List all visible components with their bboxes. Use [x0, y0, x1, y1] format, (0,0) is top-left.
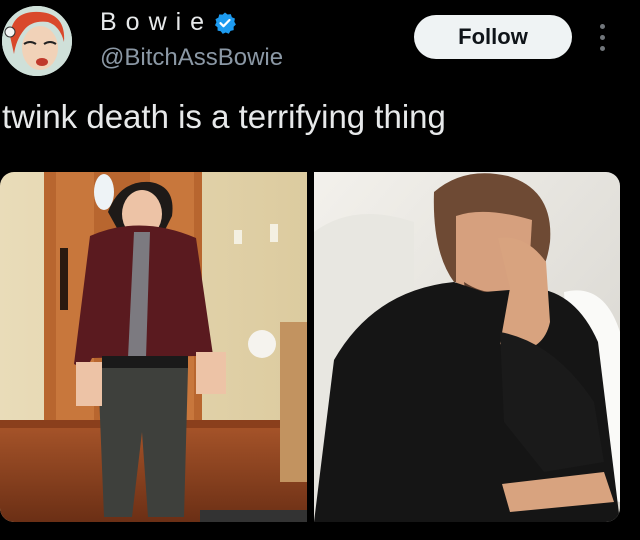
avatar[interactable]	[2, 6, 72, 76]
more-dot	[599, 45, 605, 51]
media-grid	[0, 172, 620, 522]
photo-right[interactable]	[314, 172, 620, 522]
avatar-image	[2, 6, 72, 76]
display-name-text[interactable]: Bowie	[100, 8, 213, 37]
display-name[interactable]: Bowie	[100, 8, 237, 37]
photo-right-image	[314, 172, 620, 522]
more-options-icon[interactable]	[590, 18, 614, 56]
more-dot	[599, 23, 605, 29]
more-dot	[599, 34, 605, 40]
photo-left[interactable]	[0, 172, 307, 522]
verified-badge-icon	[215, 12, 236, 34]
tweet-text: twink death is a terrifying thing	[2, 98, 446, 135]
photo-left-image	[0, 172, 307, 522]
follow-button[interactable]: Follow	[414, 15, 572, 59]
handle[interactable]: @BitchAssBowie	[100, 44, 283, 72]
